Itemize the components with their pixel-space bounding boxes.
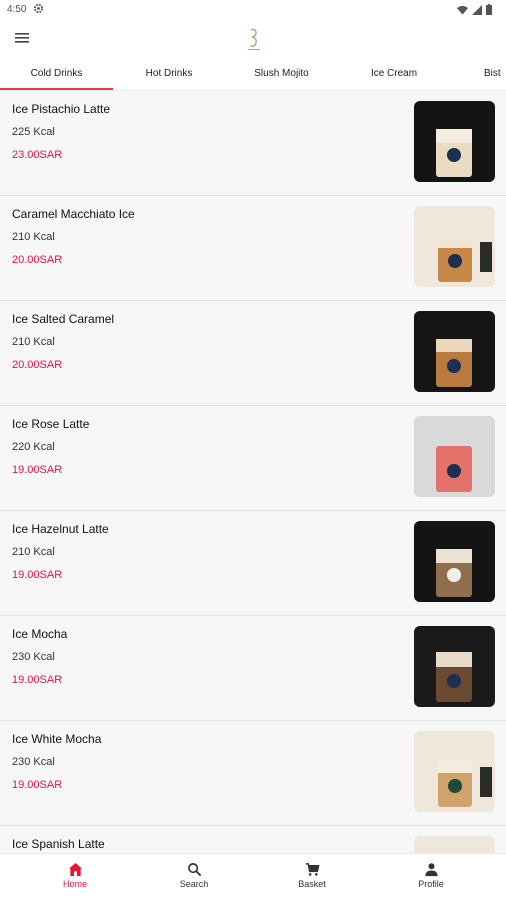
product-kcal: 230 Kcal — [12, 756, 55, 768]
product-price: 19.00SAR — [12, 464, 63, 476]
tab-bist[interactable]: Bist — [484, 60, 506, 90]
nav-search[interactable]: Search — [164, 862, 224, 889]
product-name: Ice Mocha — [12, 627, 68, 641]
person-icon — [424, 863, 438, 877]
tab-hot-drinks[interactable]: Hot Drinks — [113, 60, 225, 90]
product-kcal: 220 Kcal — [12, 441, 55, 453]
product-name: Ice Rose Latte — [12, 417, 90, 431]
tab-cold-drinks[interactable]: Cold Drinks — [0, 60, 113, 90]
product-name: Ice Spanish Latte — [12, 837, 105, 851]
product-image[interactable] — [414, 626, 495, 707]
nav-basket[interactable]: Basket — [282, 862, 342, 889]
tab-slush-mojito[interactable]: Slush Mojito — [225, 60, 338, 90]
nav-basket-label: Basket — [298, 879, 326, 889]
product-image[interactable] — [414, 206, 495, 287]
home-icon — [68, 862, 82, 877]
product-name: Ice White Mocha — [12, 732, 102, 746]
menu-icon[interactable] — [15, 31, 31, 45]
product-price: 20.00SAR — [12, 254, 63, 266]
list-item[interactable]: Ice Spanish Latte — [0, 826, 506, 853]
product-price: 19.00SAR — [12, 674, 63, 686]
product-price: 19.00SAR — [12, 569, 63, 581]
wifi-icon — [457, 5, 468, 15]
status-time: 4:50 — [7, 4, 27, 15]
nav-search-label: Search — [179, 879, 209, 889]
product-kcal: 210 Kcal — [12, 546, 55, 558]
product-price: 20.00SAR — [12, 359, 63, 371]
list-item[interactable]: Ice Pistachio Latte 225 Kcal 23.00SAR — [0, 91, 506, 196]
category-tabs: Cold Drinks Hot Drinks Slush Mojito Ice … — [0, 60, 506, 91]
nav-profile-label: Profile — [418, 879, 444, 889]
product-name: Ice Pistachio Latte — [12, 102, 111, 116]
product-kcal: 225 Kcal — [12, 126, 55, 138]
cart-icon — [305, 863, 320, 876]
product-name: Ice Salted Caramel — [12, 312, 115, 326]
product-name: Caramel Macchiato Ice — [12, 207, 135, 221]
list-item[interactable]: Ice Hazelnut Latte 210 Kcal 19.00SAR — [0, 511, 506, 616]
tab-ice-cream[interactable]: Ice Cream — [338, 60, 450, 90]
list-item[interactable]: Ice Rose Latte 220 Kcal 19.00SAR — [0, 406, 506, 511]
product-image[interactable] — [414, 416, 495, 497]
bottom-navigation: Home Search Basket Profile — [0, 853, 506, 901]
nav-home[interactable]: Home — [45, 862, 105, 889]
product-list: Ice Pistachio Latte 225 Kcal 23.00SAR Ca… — [0, 91, 506, 853]
product-image[interactable] — [414, 521, 495, 602]
list-item[interactable]: Caramel Macchiato Ice 210 Kcal 20.00SAR — [0, 196, 506, 301]
list-item[interactable]: Ice White Mocha 230 Kcal 19.00SAR — [0, 721, 506, 826]
status-bar: 4:50 — [0, 0, 506, 20]
product-kcal: 230 Kcal — [12, 651, 55, 663]
signal-icon — [472, 4, 482, 15]
nav-profile[interactable]: Profile — [401, 862, 461, 889]
product-kcal: 210 Kcal — [12, 231, 55, 243]
search-icon — [187, 863, 201, 877]
list-item[interactable]: Ice Salted Caramel 210 Kcal 20.00SAR — [0, 301, 506, 406]
settings-gear-icon — [33, 3, 44, 14]
list-item[interactable]: Ice Mocha 230 Kcal 19.00SAR — [0, 616, 506, 721]
product-price: 19.00SAR — [12, 779, 63, 791]
product-price: 23.00SAR — [12, 149, 63, 161]
product-image[interactable] — [414, 101, 495, 182]
nav-home-label: Home — [62, 879, 87, 889]
product-image[interactable] — [414, 731, 495, 812]
app-bar — [0, 20, 506, 60]
brand-logo — [248, 28, 260, 50]
product-image[interactable] — [414, 836, 495, 853]
product-image[interactable] — [414, 311, 495, 392]
product-name: Ice Hazelnut Latte — [12, 522, 109, 536]
product-kcal: 210 Kcal — [12, 336, 55, 348]
battery-icon — [486, 4, 492, 15]
